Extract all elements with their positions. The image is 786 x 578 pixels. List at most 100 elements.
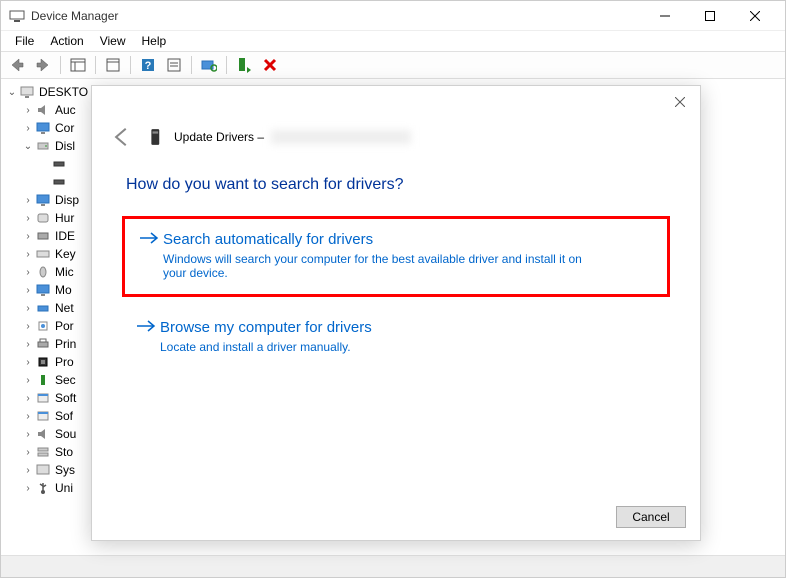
tree-item-label: Uni <box>55 481 73 495</box>
drive-icon <box>51 174 67 190</box>
dialog-close-button[interactable] <box>670 92 690 112</box>
security-icon <box>35 372 51 388</box>
toolbar-separator <box>95 56 96 74</box>
audio-icon <box>35 426 51 442</box>
toolbar-separator <box>130 56 131 74</box>
menu-view[interactable]: View <box>92 32 134 50</box>
tree-item-label: IDE <box>55 229 75 243</box>
hid-icon <box>35 210 51 226</box>
software-icon <box>35 408 51 424</box>
chevron-down-icon[interactable]: ⌄ <box>5 87 19 98</box>
chevron-icon[interactable]: › <box>21 267 35 278</box>
audio-icon <box>35 102 51 118</box>
drive-icon <box>51 156 67 172</box>
chevron-icon[interactable]: › <box>21 231 35 242</box>
tree-item-label: Soft <box>55 391 76 405</box>
menu-action[interactable]: Action <box>42 32 91 50</box>
help-button[interactable]: ? <box>136 53 160 77</box>
menubar: File Action View Help <box>1 31 785 51</box>
chevron-icon[interactable]: › <box>21 213 35 224</box>
network-icon <box>35 300 51 316</box>
tree-item-label: Mic <box>55 265 74 279</box>
svg-text:?: ? <box>145 60 152 72</box>
close-button[interactable] <box>732 1 777 31</box>
chevron-icon[interactable]: › <box>21 303 35 314</box>
arrow-right-icon <box>139 231 163 250</box>
action-button[interactable] <box>162 53 186 77</box>
maximize-button[interactable] <box>687 1 732 31</box>
pc-icon <box>19 84 35 100</box>
drive-icon <box>148 128 166 146</box>
cpu-icon <box>35 354 51 370</box>
tree-item-label: Sys <box>55 463 75 477</box>
tree-item-label: DESKTO <box>39 85 88 99</box>
option-browse-computer[interactable]: Browse my computer for drivers Locate an… <box>122 307 670 368</box>
tree-item-label: Sou <box>55 427 76 441</box>
chevron-icon[interactable]: › <box>21 465 35 476</box>
app-icon <box>9 8 25 24</box>
tree-item-label: Hur <box>55 211 74 225</box>
dialog-question: How do you want to search for drivers? <box>92 158 700 206</box>
menu-file[interactable]: File <box>7 32 42 50</box>
option-search-automatically[interactable]: Search automatically for drivers Windows… <box>122 216 670 297</box>
statusbar <box>1 555 785 577</box>
tree-item-label: Pro <box>55 355 74 369</box>
usb-icon <box>35 480 51 496</box>
monitor-icon <box>35 192 51 208</box>
tree-item-label: Sof <box>55 409 73 423</box>
update-driver-button[interactable] <box>232 53 256 77</box>
keyboard-icon <box>35 246 51 262</box>
option-description: Windows will search your computer for th… <box>139 252 599 280</box>
ide-icon <box>35 228 51 244</box>
dialog-back-button[interactable] <box>112 126 134 148</box>
chevron-icon[interactable]: ⌄ <box>21 141 35 152</box>
tree-item-label: Net <box>55 301 74 315</box>
toolbar-separator <box>191 56 192 74</box>
option-title: Search automatically for drivers <box>163 231 373 248</box>
device-name-redacted <box>271 130 411 144</box>
tree-item-label: Disp <box>55 193 79 207</box>
tree-item-label: Cor <box>55 121 74 135</box>
chevron-icon[interactable]: › <box>21 375 35 386</box>
forward-button[interactable] <box>31 53 55 77</box>
show-hide-tree-button[interactable] <box>66 53 90 77</box>
port-icon <box>35 318 51 334</box>
tree-item-label: Por <box>55 319 74 333</box>
chevron-icon[interactable]: › <box>21 429 35 440</box>
chevron-icon[interactable]: › <box>21 447 35 458</box>
tree-item-label: Sto <box>55 445 73 459</box>
minimize-button[interactable] <box>642 1 687 31</box>
system-icon <box>35 462 51 478</box>
back-button[interactable] <box>5 53 29 77</box>
chevron-icon[interactable]: › <box>21 357 35 368</box>
toolbar-separator <box>226 56 227 74</box>
chevron-icon[interactable]: › <box>21 411 35 422</box>
tree-item-label: Key <box>55 247 76 261</box>
uninstall-button[interactable] <box>258 53 282 77</box>
tree-item-label: Auc <box>55 103 76 117</box>
chevron-icon[interactable]: › <box>21 195 35 206</box>
chevron-icon[interactable]: › <box>21 285 35 296</box>
tree-item-label: Disl <box>55 139 75 153</box>
tree-item-label: Mo <box>55 283 72 297</box>
disk-icon <box>35 138 51 154</box>
option-title: Browse my computer for drivers <box>160 319 372 336</box>
scan-hardware-button[interactable] <box>197 53 221 77</box>
chevron-icon[interactable]: › <box>21 105 35 116</box>
chevron-icon[interactable]: › <box>21 483 35 494</box>
properties-button[interactable] <box>101 53 125 77</box>
chevron-icon[interactable]: › <box>21 339 35 350</box>
chevron-icon[interactable]: › <box>21 321 35 332</box>
chevron-icon[interactable]: › <box>21 393 35 404</box>
window-title: Device Manager <box>31 9 642 23</box>
cancel-button[interactable]: Cancel <box>616 506 686 528</box>
dialog-title: Update Drivers – <box>174 130 411 145</box>
option-description: Locate and install a driver manually. <box>136 340 596 354</box>
toolbar-separator <box>60 56 61 74</box>
mouse-icon <box>35 264 51 280</box>
tree-item-label: Sec <box>55 373 76 387</box>
chevron-icon[interactable]: › <box>21 123 35 134</box>
storage-icon <box>35 444 51 460</box>
menu-help[interactable]: Help <box>134 32 175 50</box>
chevron-icon[interactable]: › <box>21 249 35 260</box>
